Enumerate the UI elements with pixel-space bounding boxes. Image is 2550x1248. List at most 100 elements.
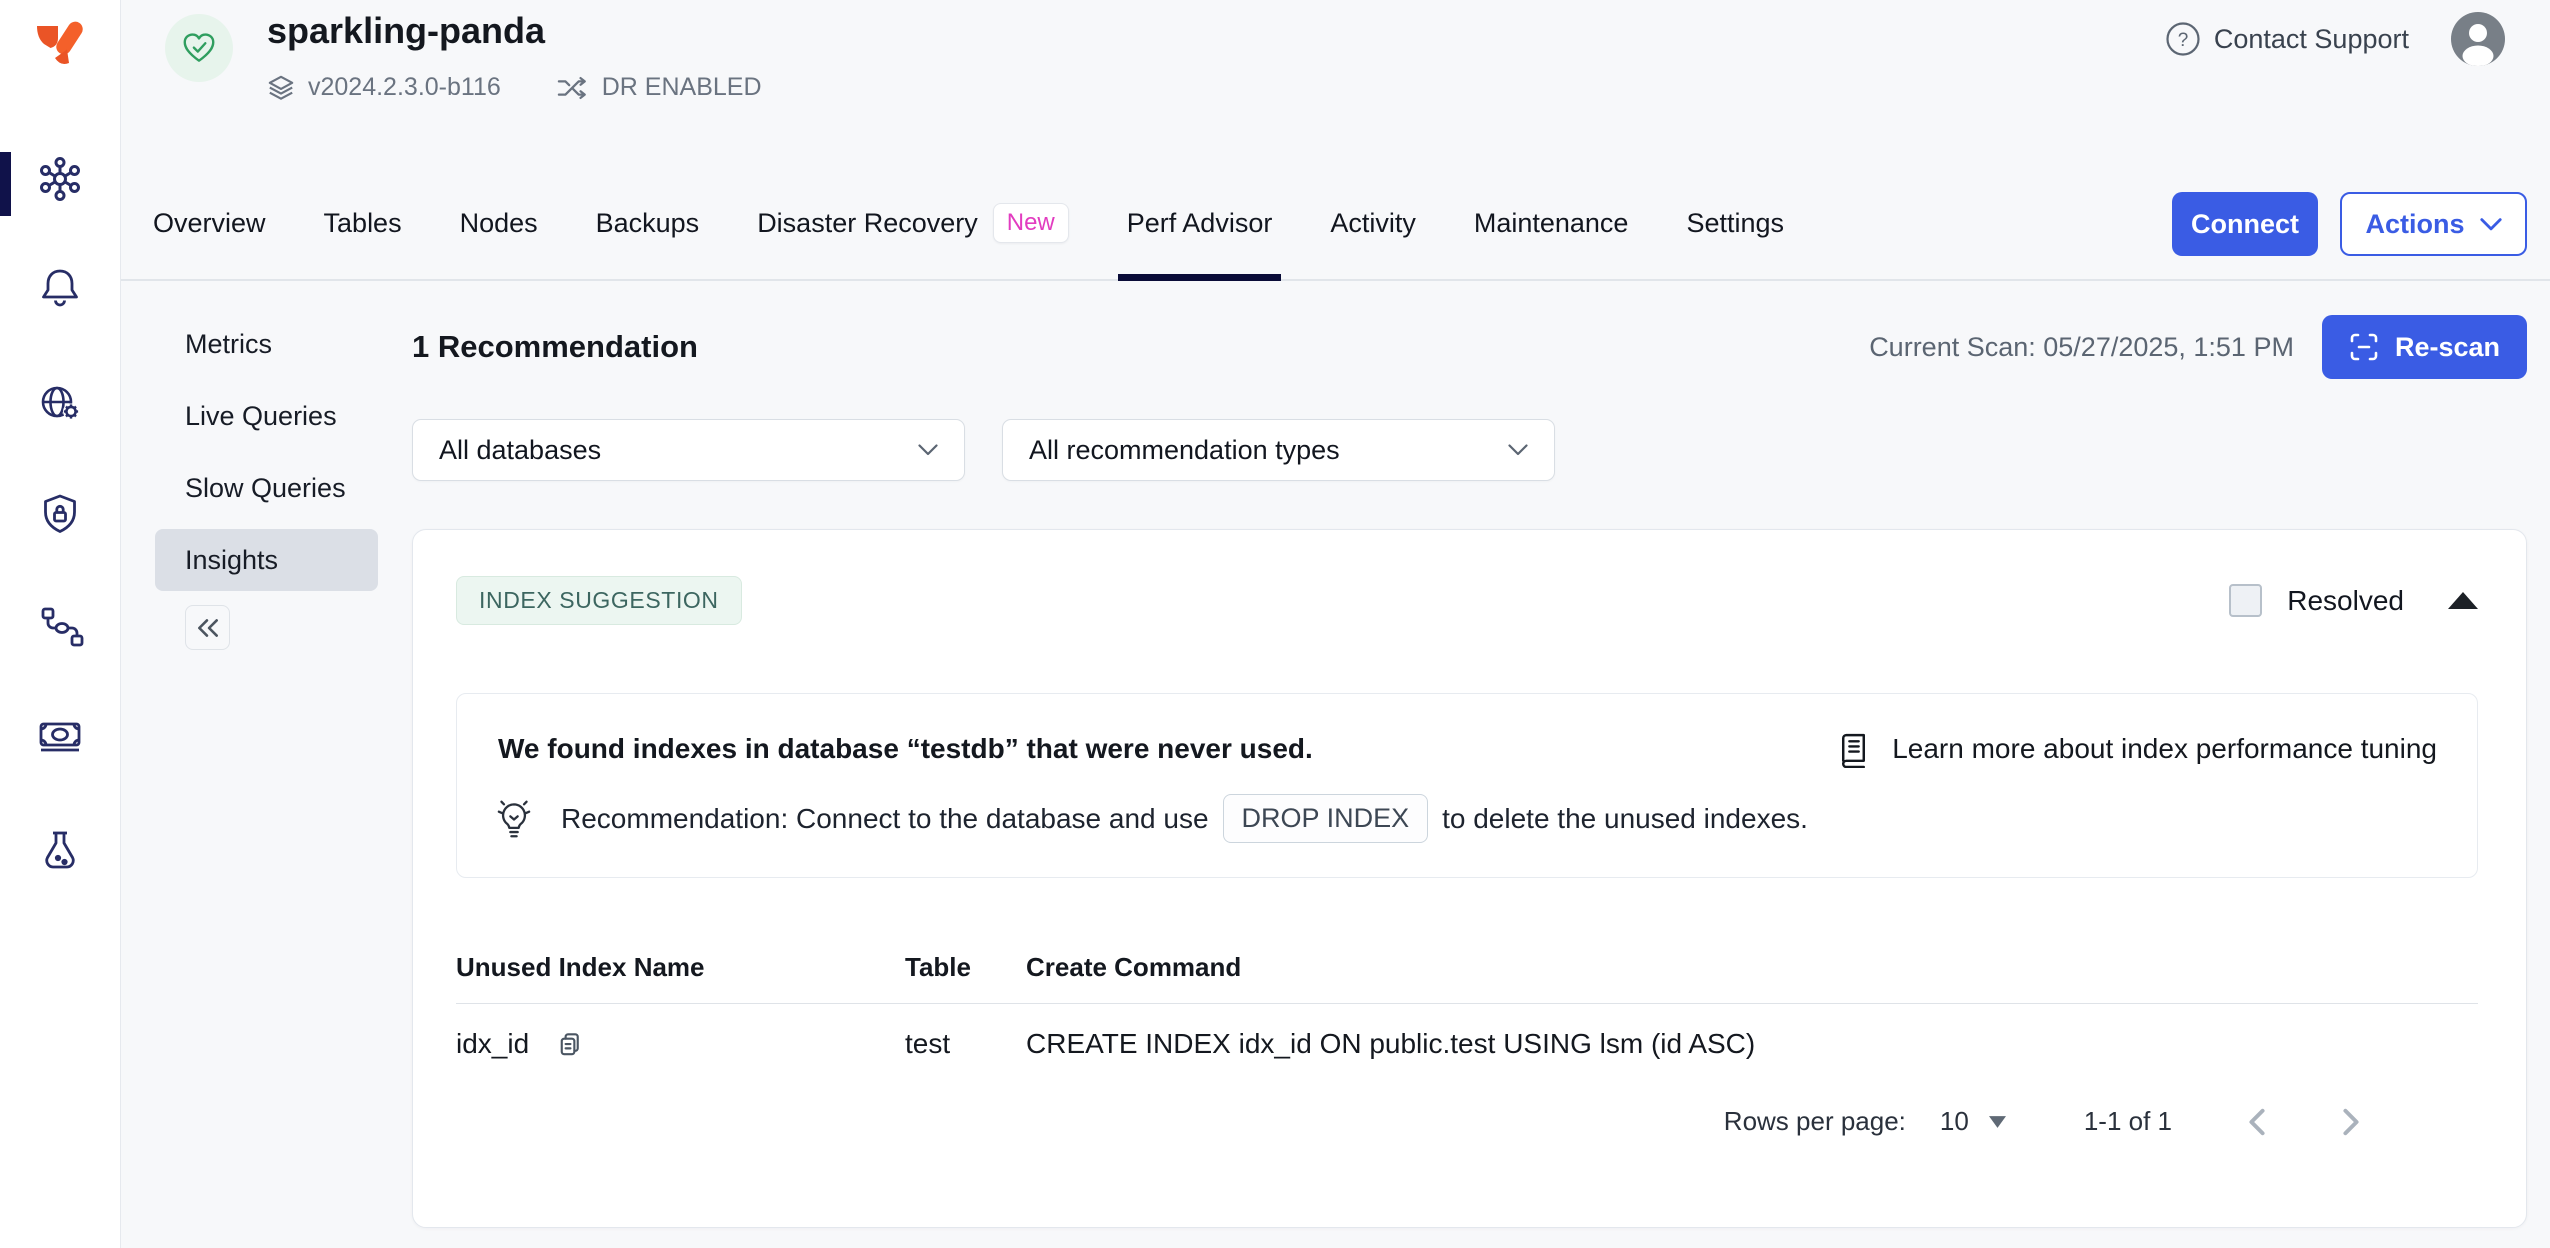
subnav-label: Live Queries	[185, 401, 337, 432]
rows-per-page-dropdown-icon[interactable]	[1989, 1116, 2006, 1128]
cell-index-name: idx_id	[456, 1028, 905, 1060]
lightbulb-icon	[493, 796, 535, 842]
table-row: idx_id test CREATE INDEX idx_id ON publi…	[456, 1004, 2478, 1084]
flask-icon	[36, 827, 84, 875]
column-header-index-name: Unused Index Name	[456, 952, 905, 983]
cluster-tabbar: Overview Tables Nodes Backups Disaster R…	[121, 167, 2550, 281]
cell-table: test	[905, 1028, 1026, 1060]
scan-group: Current Scan: 05/27/2025, 1:51 PM Re-sca…	[1869, 315, 2527, 379]
tab-backups[interactable]: Backups	[567, 167, 729, 279]
version-label: v2024.2.3.0-b116	[308, 73, 501, 102]
current-scan-label: Current Scan: 05/27/2025, 1:51 PM	[1869, 332, 2294, 363]
index-name-value: idx_id	[456, 1028, 529, 1060]
summary-text: We found indexes in database “testdb” th…	[498, 733, 1313, 765]
actions-button[interactable]: Actions	[2340, 192, 2527, 256]
tab-label: Disaster Recovery	[757, 208, 978, 239]
tab-overview[interactable]: Overview	[124, 167, 295, 279]
recommendation-row: Recommendation: Connect to the database …	[493, 794, 1808, 843]
drop-index-chip: DROP INDEX	[1223, 794, 1429, 843]
double-chevron-left-icon	[195, 618, 221, 638]
yugabyte-logo-icon	[33, 20, 87, 78]
yugabyte-logo[interactable]	[33, 20, 87, 78]
previous-page-button[interactable]	[2248, 1108, 2266, 1136]
rescan-label: Re-scan	[2395, 332, 2500, 363]
pagination: Rows per page: 10 1-1 of 1	[456, 1106, 2478, 1137]
learn-more-label: Learn more about index performance tunin…	[1892, 733, 2437, 765]
svg-text:?: ?	[2178, 30, 2189, 51]
subnav-item-metrics[interactable]: Metrics	[155, 313, 378, 375]
sidebar	[0, 0, 121, 1248]
recommendation-prefix: Recommendation: Connect to the database …	[561, 803, 1209, 835]
tab-settings[interactable]: Settings	[1657, 167, 1813, 279]
chevron-right-icon	[2342, 1108, 2360, 1136]
main-area: sparkling-panda v2024.2.3.0-b116 DR ENAB…	[121, 0, 2550, 1248]
book-icon	[1835, 730, 1872, 768]
subnav-label: Slow Queries	[185, 473, 346, 504]
summary-row: We found indexes in database “testdb” th…	[498, 730, 2437, 768]
actions-button-label: Actions	[2365, 209, 2464, 240]
subnav-item-slow-queries[interactable]: Slow Queries	[155, 457, 378, 519]
tab-label: Overview	[153, 208, 266, 239]
copy-button[interactable]	[554, 1029, 585, 1060]
database-filter-value: All databases	[439, 435, 601, 466]
recommendation-card-head: INDEX SUGGESTION Resolved	[456, 530, 2478, 625]
insights-panel: 1 Recommendation Current Scan: 05/27/202…	[412, 283, 2527, 1228]
rows-per-page-value[interactable]: 10	[1940, 1106, 1969, 1137]
database-filter-select[interactable]: All databases	[412, 419, 965, 481]
cell-create-command: CREATE INDEX idx_id ON public.test USING…	[1026, 1028, 2478, 1060]
tab-disaster-recovery[interactable]: Disaster Recovery New	[728, 167, 1098, 279]
chevron-left-icon	[2248, 1108, 2266, 1136]
subnav-item-live-queries[interactable]: Live Queries	[155, 385, 378, 447]
subnav-item-insights[interactable]: Insights	[155, 529, 378, 591]
tab-nodes[interactable]: Nodes	[431, 167, 567, 279]
pagination-range: 1-1 of 1	[2084, 1106, 2172, 1137]
contact-support-button[interactable]: ? Contact Support	[2165, 21, 2409, 57]
next-page-button[interactable]	[2342, 1108, 2360, 1136]
recommendation-type-filter-value: All recommendation types	[1029, 435, 1340, 466]
tab-label: Tables	[324, 208, 402, 239]
tab-label: Activity	[1330, 208, 1416, 239]
sidebar-item-clusters[interactable]	[36, 155, 84, 203]
chevron-down-icon	[1508, 444, 1528, 456]
bell-icon	[36, 262, 84, 310]
resolved-checkbox[interactable]	[2229, 584, 2262, 617]
tab-tables[interactable]: Tables	[295, 167, 431, 279]
tab-activity[interactable]: Activity	[1301, 167, 1445, 279]
filters-row: All databases All recommendation types	[412, 419, 2527, 481]
connect-button[interactable]: Connect	[2172, 192, 2318, 256]
sidebar-item-security[interactable]	[36, 490, 84, 538]
subnav-collapse-button[interactable]	[185, 605, 230, 650]
learn-more-link[interactable]: Learn more about index performance tunin…	[1835, 730, 2437, 768]
recommendation-type-filter-select[interactable]: All recommendation types	[1002, 419, 1555, 481]
collapse-caret-icon[interactable]	[2448, 592, 2478, 609]
subnav-label: Metrics	[185, 329, 272, 360]
flow-icon	[36, 602, 84, 650]
sidebar-item-pipelines[interactable]	[36, 602, 84, 650]
sidebar-item-alerts[interactable]	[36, 262, 84, 310]
avatar-icon	[2451, 12, 2505, 66]
cluster-meta: v2024.2.3.0-b116 DR ENABLED	[267, 73, 762, 102]
sidebar-item-network-config[interactable]	[36, 380, 84, 428]
perf-advisor-content: Metrics Live Queries Slow Queries Insigh…	[121, 283, 2550, 1248]
tab-perf-advisor[interactable]: Perf Advisor	[1098, 167, 1302, 279]
chevron-down-icon	[918, 444, 938, 456]
tab-label: Perf Advisor	[1127, 208, 1273, 239]
resolve-group: Resolved	[2229, 584, 2478, 617]
money-icon	[36, 713, 84, 761]
header-right: ? Contact Support	[2165, 12, 2505, 66]
sidebar-item-labs[interactable]	[36, 827, 84, 875]
rescan-button[interactable]: Re-scan	[2322, 315, 2527, 379]
heart-check-icon	[180, 29, 218, 67]
tab-maintenance[interactable]: Maintenance	[1445, 167, 1658, 279]
user-avatar[interactable]	[2451, 12, 2505, 66]
perf-advisor-subnav: Metrics Live Queries Slow Queries Insigh…	[155, 313, 378, 650]
scan-icon	[2349, 332, 2379, 362]
tab-label: Backups	[596, 208, 700, 239]
panel-head: 1 Recommendation Current Scan: 05/27/202…	[412, 315, 2527, 379]
dr-status-label: DR ENABLED	[602, 73, 762, 102]
column-header-create-command: Create Command	[1026, 952, 2478, 983]
sidebar-item-billing[interactable]	[36, 713, 84, 761]
cluster-icon	[36, 155, 84, 203]
recommendation-count-heading: 1 Recommendation	[412, 329, 698, 365]
resolved-label: Resolved	[2287, 585, 2404, 617]
